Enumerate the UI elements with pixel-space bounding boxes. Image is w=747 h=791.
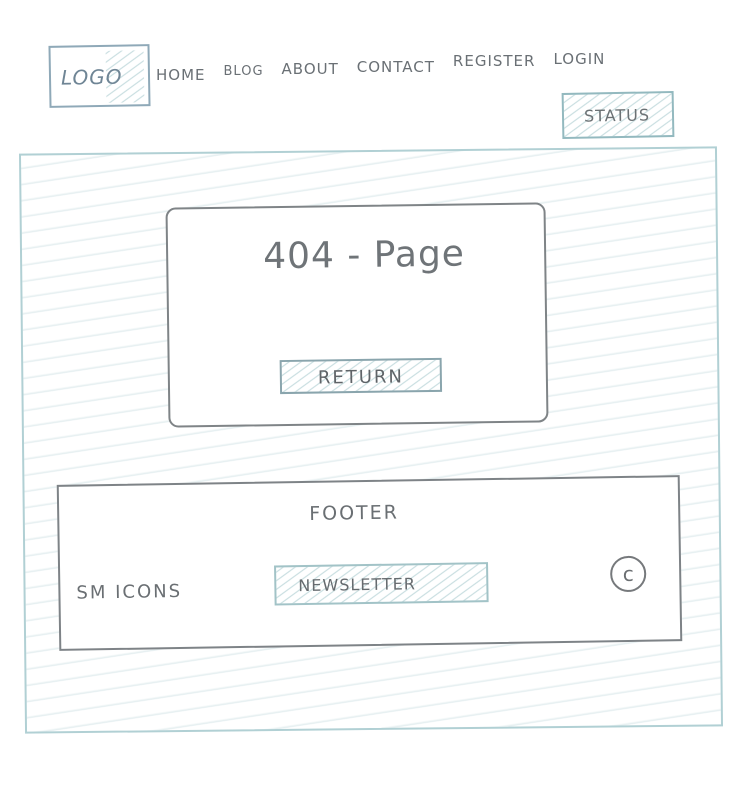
footer-title: FOOTER bbox=[309, 501, 400, 525]
return-button[interactable]: RETURN bbox=[279, 357, 443, 395]
newsletter-button-label: NEWSLETTER bbox=[298, 574, 417, 596]
error-card: 404 - Page RETURN bbox=[165, 202, 549, 428]
copyright-icon: c bbox=[609, 555, 647, 593]
logo[interactable]: LOGO bbox=[48, 44, 151, 108]
nav-blog[interactable]: BLOG bbox=[224, 64, 264, 82]
error-title: 404 - Page bbox=[262, 233, 466, 278]
main-nav: HOME BLOG ABOUT CONTACT REGISTER LOGIN bbox=[156, 50, 605, 84]
nav-home[interactable]: HOME bbox=[156, 66, 206, 84]
social-media-icons[interactable]: SM ICONS bbox=[76, 581, 182, 604]
return-button-label: RETURN bbox=[317, 366, 405, 389]
status-button[interactable]: STATUS bbox=[561, 91, 675, 139]
nav-about[interactable]: ABOUT bbox=[282, 60, 339, 78]
newsletter-button[interactable]: NEWSLETTER bbox=[274, 562, 489, 606]
footer: FOOTER SM ICONS NEWSLETTER c bbox=[56, 475, 683, 651]
status-button-label: STATUS bbox=[583, 105, 651, 126]
nav-login[interactable]: LOGIN bbox=[553, 50, 605, 68]
nav-register[interactable]: REGISTER bbox=[453, 52, 536, 70]
logo-label: LOGO bbox=[60, 64, 123, 90]
nav-contact[interactable]: CONTACT bbox=[357, 58, 435, 76]
